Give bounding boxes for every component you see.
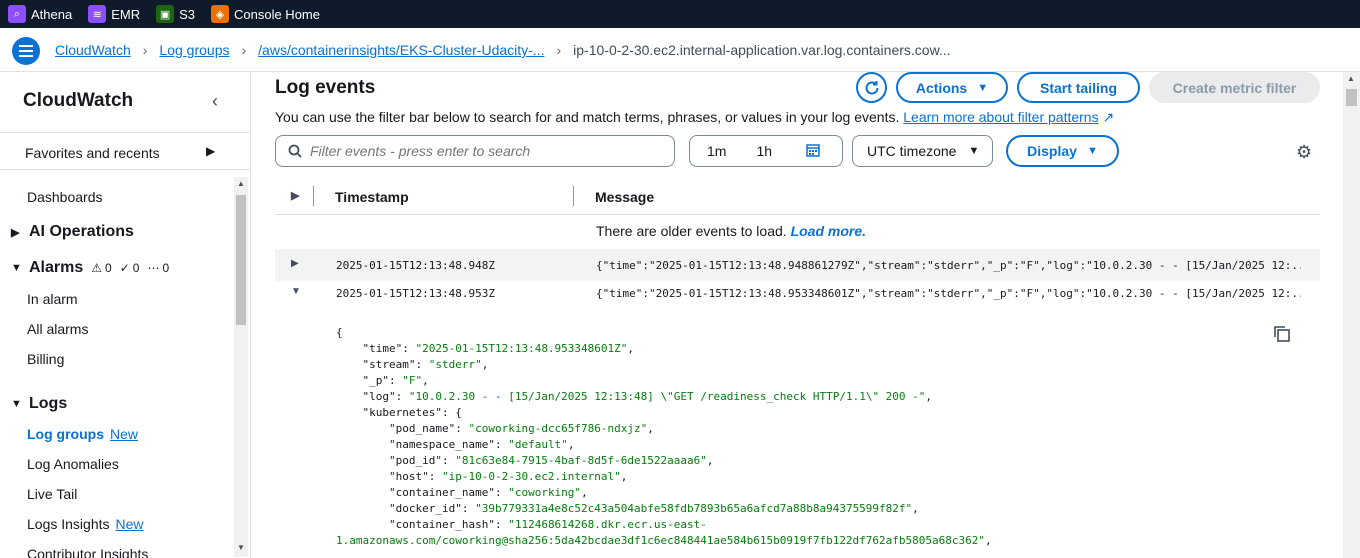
menu-button[interactable]: [12, 37, 40, 65]
athena-icon: ⌕: [8, 5, 26, 23]
external-link-icon: ↗: [1102, 109, 1115, 125]
caret-down-icon: ▼: [11, 398, 22, 410]
main-scrollbar[interactable]: ▲: [1343, 72, 1360, 558]
breadcrumb-bar: CloudWatch › Log groups › /aws/container…: [0, 28, 1360, 72]
column-message[interactable]: Message: [595, 189, 654, 205]
expanded-log-json: { "time": "2025-01-15T12:13:48.953348601…: [336, 326, 992, 547]
insufficient-badge: ⋯ 0: [147, 261, 170, 275]
main-content: Log events Actions ▼ Start tailing Creat…: [252, 72, 1360, 558]
sidebar-item-live-tail[interactable]: Live Tail: [27, 486, 77, 502]
chevron-right-icon: ›: [241, 42, 247, 58]
filter-search: [275, 135, 675, 167]
search-icon: [288, 144, 302, 158]
sidebar-item-billing[interactable]: Billing: [27, 351, 64, 367]
calendar-svg: [806, 143, 820, 157]
caret-right-icon[interactable]: ▶: [291, 189, 299, 202]
copy-svg: [1274, 326, 1290, 342]
time-range-selector: 1m 1h: [689, 135, 843, 167]
scrollbar-thumb[interactable]: [236, 195, 246, 325]
older-events-notice: There are older events to load. Load mor…: [596, 223, 867, 239]
timezone-select[interactable]: UTC timezone ▼: [852, 135, 993, 167]
scroll-up-icon[interactable]: ▲: [1347, 74, 1355, 83]
calendar-icon[interactable]: [806, 143, 820, 160]
caret-down-icon: ▼: [1086, 145, 1098, 157]
ellipsis-circle-icon: ⋯: [147, 261, 160, 275]
console-home-icon: ◈: [211, 5, 229, 23]
sidebar-title: CloudWatch: [23, 90, 134, 111]
alarm-badge: ⚠ 0: [91, 261, 112, 275]
refresh-icon: [865, 80, 878, 94]
create-metric-filter-button[interactable]: Create metric filter: [1149, 72, 1320, 103]
refresh-button[interactable]: [856, 72, 887, 103]
favorite-emr[interactable]: ≋ EMR: [88, 5, 140, 23]
warning-icon: ⚠: [91, 261, 103, 275]
scroll-up-icon[interactable]: ▲: [237, 179, 245, 188]
favorites-label: Favorites and recents: [25, 145, 160, 161]
favorites-bar: ⌕ Athena ≋ EMR ▣ S3 ◈ Console Home: [0, 0, 1360, 28]
sidebar-favorites[interactable]: Favorites and recents ▶: [0, 132, 250, 170]
page-title: Log events: [275, 77, 376, 98]
caret-down-icon: ▼: [977, 81, 989, 94]
copy-icon[interactable]: [1273, 325, 1291, 343]
breadcrumb-current: ip-10-0-2-30.ec2.internal-application.va…: [573, 42, 951, 58]
sidebar-item-log-groups[interactable]: Log groups New: [27, 426, 138, 442]
actions-button[interactable]: Actions ▼: [896, 72, 1008, 103]
emr-icon: ≋: [88, 5, 107, 23]
breadcrumb-log-group[interactable]: /aws/containerinsights/EKS-Cluster-Udaci…: [258, 42, 544, 58]
breadcrumb-cloudwatch[interactable]: CloudWatch: [55, 42, 131, 58]
favorite-athena[interactable]: ⌕ Athena: [8, 5, 72, 23]
new-badge[interactable]: New: [116, 516, 144, 532]
sidebar-item-logs-insights[interactable]: Logs Insights New: [27, 516, 144, 532]
gear-icon[interactable]: ⚙: [1296, 142, 1312, 163]
sidebar-item-ai-operations[interactable]: ▶ AI Operations: [11, 223, 134, 241]
column-divider[interactable]: [573, 186, 574, 206]
sidebar-item-dashboards[interactable]: Dashboards: [27, 189, 103, 205]
ok-badge: ✓ 0: [119, 261, 140, 275]
favorite-console-home[interactable]: ◈ Console Home: [211, 5, 320, 23]
learn-more-link[interactable]: Learn more about filter patterns: [903, 109, 1098, 125]
scrollbar-thumb[interactable]: [1346, 89, 1357, 106]
range-1h[interactable]: 1h: [756, 143, 772, 159]
chevron-right-icon: ›: [142, 42, 148, 58]
sidebar-item-alarms[interactable]: ▼ Alarms ⚠ 0 ✓ 0 ⋯ 0: [11, 259, 169, 277]
sidebar-item-logs[interactable]: ▼ Logs: [11, 395, 67, 413]
start-tailing-button[interactable]: Start tailing: [1017, 72, 1140, 103]
favorite-s3[interactable]: ▣ S3: [156, 5, 195, 23]
breadcrumb-log-groups[interactable]: Log groups: [159, 42, 229, 58]
table-header: ▶ Timestamp Message: [275, 180, 1320, 215]
table-row[interactable]: ▼ 2025-01-15T12:13:48.953Z {"time":"2025…: [275, 277, 1320, 309]
search-input[interactable]: [310, 143, 650, 159]
sidebar: CloudWatch ‹ Favorites and recents ▶ Das…: [0, 72, 251, 558]
description: You can use the filter bar below to sear…: [275, 109, 1115, 125]
display-button[interactable]: Display ▼: [1006, 135, 1119, 167]
caret-right-icon: ▶: [206, 144, 216, 158]
sidebar-item-in-alarm[interactable]: In alarm: [27, 291, 78, 307]
s3-icon: ▣: [156, 5, 175, 23]
caret-down-icon: ▼: [968, 145, 980, 157]
column-divider: [313, 186, 314, 206]
load-more-link[interactable]: Load more.: [791, 223, 866, 239]
caret-right-icon[interactable]: ▶: [291, 258, 299, 269]
sidebar-item-all-alarms[interactable]: All alarms: [27, 321, 88, 337]
sidebar-item-contributor-insights[interactable]: Contributor Insights: [27, 546, 148, 558]
column-timestamp[interactable]: Timestamp: [335, 189, 409, 205]
sidebar-scrollbar[interactable]: ▲ ▼: [234, 177, 248, 557]
range-1m[interactable]: 1m: [707, 143, 726, 159]
sidebar-item-log-anomalies[interactable]: Log Anomalies: [27, 456, 119, 472]
breadcrumb: CloudWatch › Log groups › /aws/container…: [55, 42, 951, 58]
collapse-sidebar-icon[interactable]: ‹: [212, 91, 218, 112]
check-circle-icon: ✓: [119, 261, 130, 275]
caret-down-icon[interactable]: ▼: [291, 286, 301, 297]
scroll-down-icon[interactable]: ▼: [237, 543, 245, 552]
chevron-right-icon: ›: [556, 42, 562, 58]
hamburger-icon: [19, 45, 33, 57]
caret-right-icon: ▶: [11, 226, 20, 239]
new-badge[interactable]: New: [110, 426, 138, 442]
caret-down-icon: ▼: [11, 262, 22, 274]
